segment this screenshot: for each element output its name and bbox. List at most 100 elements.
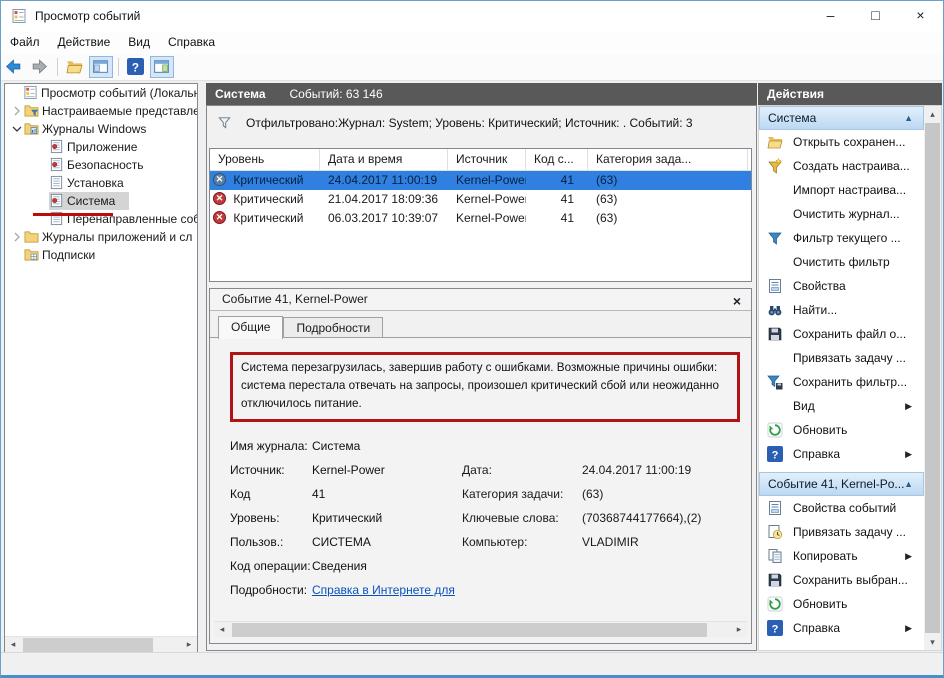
scroll-thumb[interactable]: [23, 638, 153, 652]
event-level-cell: Критический: [210, 171, 320, 190]
action-section-header[interactable]: Событие 41, Kernel-Po...▲: [759, 472, 924, 496]
toolbar: ?: [1, 54, 943, 81]
action-item[interactable]: Открыть сохранен...: [759, 130, 924, 154]
expander-down-icon[interactable]: [9, 120, 24, 138]
forward-arrow-icon[interactable]: [28, 56, 52, 78]
filter-banner: Отфильтровано:Журнал: System; Уровень: К…: [217, 115, 748, 137]
scroll-left-arrow-icon[interactable]: ◂: [5, 637, 21, 653]
action-item-label: Очистить журнал...: [793, 202, 900, 226]
folder-apps-icon: [24, 228, 42, 246]
tab-подробности[interactable]: Подробности: [283, 317, 383, 339]
field-value: СИСТЕМА: [312, 530, 371, 554]
maximize-button[interactable]: □: [853, 1, 898, 31]
tree-item-просмотр[interactable]: Просмотр событий (Локальнь: [5, 84, 197, 102]
tree-item-журналы[interactable]: Журналы приложений и сл: [5, 228, 197, 246]
back-arrow-icon[interactable]: [2, 56, 26, 78]
tree-item-установка[interactable]: Установка: [5, 174, 197, 192]
properties-icon: [767, 278, 783, 294]
scroll-thumb[interactable]: [925, 123, 940, 633]
action-item[interactable]: Найти...: [759, 298, 924, 322]
actions-body: Система▲Открыть сохранен...Создать настр…: [758, 105, 942, 651]
event-description: Система перезагрузилась, завершив работу…: [241, 359, 729, 413]
menu-справка[interactable]: Справка: [159, 31, 224, 53]
action-item[interactable]: Свойства: [759, 274, 924, 298]
red-underline-annotation: [33, 213, 113, 216]
help-icon[interactable]: ?: [124, 56, 148, 78]
scroll-right-arrow-icon[interactable]: ▸: [731, 622, 747, 638]
menu-действие[interactable]: Действие: [49, 31, 120, 53]
action-item[interactable]: Свойства событий: [759, 496, 924, 520]
show-action-pane-icon[interactable]: [150, 56, 174, 78]
event-viewer-window: Просмотр событий – □ × ФайлДействиеВидСп…: [0, 0, 944, 678]
action-item[interactable]: Обновить: [759, 592, 924, 616]
tree-item-система[interactable]: Система: [5, 192, 197, 210]
column-header-2[interactable]: Источник: [448, 149, 526, 170]
action-item[interactable]: Сохранить фильтр...: [759, 370, 924, 394]
action-item[interactable]: Очистить журнал...: [759, 202, 924, 226]
scroll-up-arrow-icon[interactable]: ▴: [924, 106, 941, 122]
collapse-up-icon[interactable]: ▲: [904, 473, 913, 496]
log-header: СистемаСобытий: 63 146: [206, 83, 757, 105]
refresh-icon: [767, 596, 783, 612]
action-item[interactable]: Фильтр текущего ...: [759, 226, 924, 250]
collapse-up-icon[interactable]: ▲: [904, 107, 913, 130]
tab-общие[interactable]: Общие: [218, 316, 283, 339]
minimize-button[interactable]: –: [808, 1, 853, 31]
log-name: Система: [215, 87, 266, 101]
expander-right-icon[interactable]: [9, 228, 24, 246]
event-horizontal-scrollbar[interactable]: ◂ ▸: [214, 621, 747, 637]
tree-item-label: Система: [67, 194, 115, 208]
funnel-save-icon: [767, 374, 783, 390]
column-header-4[interactable]: Категория зада...: [588, 149, 748, 170]
action-item[interactable]: Вид▶: [759, 394, 924, 418]
tree-item-content: Установка: [49, 176, 124, 190]
tree-item-настраиваемые[interactable]: Настраиваемые представле: [5, 102, 197, 120]
open-saved-log-icon[interactable]: [63, 56, 87, 78]
action-item[interactable]: Импорт настраива...: [759, 178, 924, 202]
tree-item-content: Настраиваемые представле: [24, 104, 197, 118]
column-header-3[interactable]: Код с...: [526, 149, 588, 170]
scroll-right-arrow-icon[interactable]: ▸: [181, 637, 197, 653]
expander-right-icon[interactable]: [9, 102, 24, 120]
action-item[interactable]: Очистить фильтр: [759, 250, 924, 274]
action-item[interactable]: Копировать▶: [759, 544, 924, 568]
menubar: ФайлДействиеВидСправка: [1, 31, 943, 54]
action-section-header[interactable]: Система▲: [759, 106, 924, 130]
action-item-label: Импорт настраива...: [793, 178, 906, 202]
action-item[interactable]: Обновить: [759, 418, 924, 442]
event-row[interactable]: Критический06.03.2017 10:39:07Kernel-Pow…: [210, 209, 751, 228]
action-item[interactable]: Привязать задачу ...: [759, 346, 924, 370]
tree-horizontal-scrollbar[interactable]: ◂ ▸: [5, 636, 197, 652]
event-general-tab-content: Система перезагрузилась, завершив работу…: [210, 337, 751, 643]
field-value: 41: [312, 482, 325, 506]
event-panel-close-icon[interactable]: ×: [733, 291, 741, 312]
field-label: Уровень:: [230, 506, 280, 530]
column-header-1[interactable]: Дата и время: [320, 149, 448, 170]
action-item-label: Справка: [793, 442, 840, 466]
log-plain-icon: [49, 174, 67, 192]
event-row[interactable]: Критический21.04.2017 18:09:36Kernel-Pow…: [210, 190, 751, 209]
action-item[interactable]: ?Справка▶: [759, 616, 924, 640]
menu-файл[interactable]: Файл: [1, 31, 49, 53]
action-item[interactable]: Привязать задачу ...: [759, 520, 924, 544]
actions-vertical-scrollbar[interactable]: ▴ ▾: [924, 106, 941, 650]
online-help-link[interactable]: Справка в Интернете для: [312, 578, 455, 602]
scroll-thumb[interactable]: [232, 623, 707, 637]
action-item[interactable]: Создать настраива...: [759, 154, 924, 178]
tree-item-приложение[interactable]: Приложение: [5, 138, 197, 156]
tree-item-журналы[interactable]: Журналы Windows: [5, 120, 197, 138]
show-console-tree-icon[interactable]: [89, 56, 113, 78]
action-item[interactable]: ?Справка▶: [759, 442, 924, 466]
tree-item-подписки[interactable]: Подписки: [5, 246, 197, 264]
close-button[interactable]: ×: [898, 1, 943, 31]
action-item[interactable]: Сохранить выбран...: [759, 568, 924, 592]
field-label: Компьютер:: [462, 530, 527, 554]
event-row[interactable]: Критический24.04.2017 11:00:19Kernel-Pow…: [210, 171, 751, 190]
scroll-left-arrow-icon[interactable]: ◂: [214, 622, 230, 638]
action-item[interactable]: Сохранить файл о...: [759, 322, 924, 346]
scroll-down-arrow-icon[interactable]: ▾: [924, 634, 941, 650]
tree-item-label: Журналы приложений и сл: [42, 230, 192, 244]
column-header-0[interactable]: Уровень: [210, 149, 320, 170]
tree-item-безопасность[interactable]: Безопасность: [5, 156, 197, 174]
menu-вид[interactable]: Вид: [119, 31, 159, 53]
